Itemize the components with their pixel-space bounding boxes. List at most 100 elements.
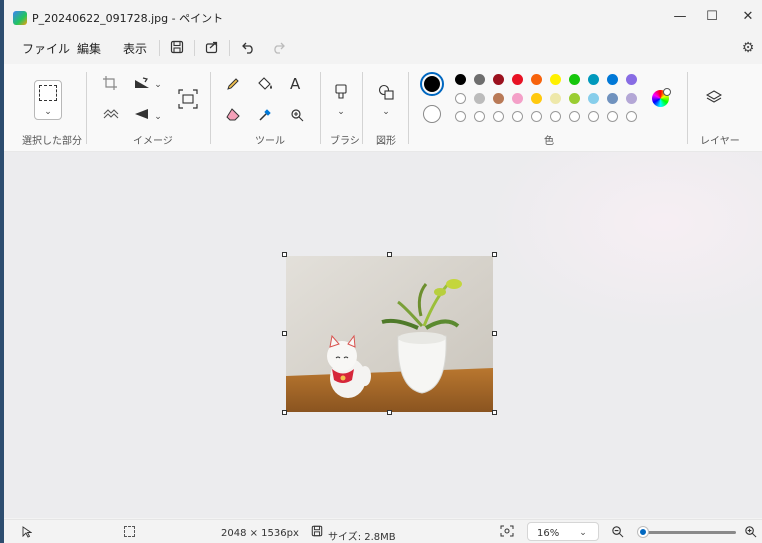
background-glow <box>484 152 762 332</box>
palette-color-swatch[interactable] <box>512 93 523 104</box>
palette-color-swatch[interactable] <box>493 93 504 104</box>
palette-color-swatch[interactable] <box>493 111 504 122</box>
selection-rect-icon <box>39 85 57 101</box>
zoom-in-icon[interactable] <box>744 525 757 538</box>
layers-icon[interactable] <box>706 89 722 105</box>
minimize-button[interactable]: — <box>662 6 698 28</box>
close-button[interactable]: ✕ <box>730 6 762 28</box>
group-label-tools: ツール <box>255 136 285 147</box>
menu-separator <box>194 40 195 56</box>
chevron-down-icon[interactable]: ⌄ <box>578 525 588 541</box>
fill-icon[interactable] <box>258 76 274 91</box>
share-icon[interactable] <box>205 40 219 54</box>
zoom-out-icon[interactable] <box>611 525 624 538</box>
chevron-down-icon[interactable]: ⌄ <box>153 77 163 93</box>
palette-color-swatch[interactable] <box>474 93 485 104</box>
palette-color-swatch[interactable] <box>550 93 561 104</box>
magnifier-icon[interactable] <box>290 108 304 122</box>
chevron-down-icon[interactable]: ⌄ <box>41 104 55 120</box>
ribbon-separator <box>362 72 363 144</box>
save-status-icon <box>311 525 323 537</box>
menu-view[interactable]: 表示 <box>123 40 147 57</box>
palette-color-swatch[interactable] <box>626 93 637 104</box>
palette-color-swatch[interactable] <box>455 74 466 85</box>
resize-handle[interactable] <box>282 331 287 336</box>
zoom-slider-thumb[interactable] <box>637 527 648 537</box>
palette-color-swatch[interactable] <box>607 74 618 85</box>
remove-background-icon[interactable] <box>103 108 119 120</box>
palette-color-swatch[interactable] <box>512 74 523 85</box>
chevron-down-icon[interactable]: ⌄ <box>153 109 163 125</box>
menu-bar <box>4 34 762 62</box>
palette-color-swatch[interactable] <box>588 111 599 122</box>
eraser-icon[interactable] <box>226 108 240 121</box>
save-icon[interactable] <box>170 40 184 54</box>
file-size: サイズ: 2.8MB <box>328 532 396 543</box>
resize-handle[interactable] <box>492 252 497 257</box>
palette-color-swatch[interactable] <box>607 93 618 104</box>
palette-color-swatch[interactable] <box>626 111 637 122</box>
redo-icon[interactable] <box>271 40 286 54</box>
shapes-icon[interactable] <box>378 84 394 100</box>
palette-color-swatch[interactable] <box>474 111 485 122</box>
pointer-icon <box>22 526 32 538</box>
resize-handle[interactable] <box>282 410 287 415</box>
menu-separator <box>159 40 160 56</box>
palette-color-swatch[interactable] <box>588 93 599 104</box>
ribbon-separator <box>687 72 688 144</box>
undo-icon[interactable] <box>241 40 256 54</box>
chevron-down-icon[interactable]: ⌄ <box>336 104 346 120</box>
menu-edit[interactable]: 編集 <box>77 40 101 57</box>
maximize-button[interactable]: ☐ <box>694 6 730 28</box>
text-icon[interactable]: A <box>290 75 300 93</box>
pencil-icon[interactable] <box>226 77 240 91</box>
palette-color-swatch[interactable] <box>474 74 485 85</box>
settings-icon[interactable]: ⚙ <box>740 40 756 56</box>
photo-content <box>286 256 493 412</box>
palette-color-swatch[interactable] <box>531 111 542 122</box>
window-title: P_20240622_091728.jpg - ペイント <box>32 12 224 25</box>
group-label-selection: 選択した部分 <box>22 136 82 147</box>
group-label-layers: レイヤー <box>700 136 740 147</box>
resize-icon[interactable] <box>178 89 198 109</box>
group-label-colors: 色 <box>544 136 554 147</box>
resize-handle[interactable] <box>387 410 392 415</box>
fit-icon[interactable] <box>500 525 514 537</box>
palette-color-swatch[interactable] <box>493 74 504 85</box>
palette-color-swatch[interactable] <box>569 74 580 85</box>
palette-color-swatch[interactable] <box>531 93 542 104</box>
primary-color-swatch[interactable] <box>424 76 440 92</box>
palette-color-swatch[interactable] <box>569 93 580 104</box>
palette-color-swatch[interactable] <box>626 74 637 85</box>
zoom-slider-track[interactable] <box>640 531 736 534</box>
chevron-down-icon[interactable]: ⌄ <box>381 104 391 120</box>
rotate-icon[interactable] <box>134 77 150 89</box>
resize-handle[interactable] <box>387 252 392 257</box>
palette-color-swatch[interactable] <box>531 74 542 85</box>
group-label-shapes: 図形 <box>376 136 396 147</box>
add-color-badge <box>663 88 671 96</box>
palette-color-swatch[interactable] <box>607 111 618 122</box>
secondary-color-swatch[interactable] <box>423 105 441 123</box>
image-dimensions: 2048 × 1536px <box>221 528 299 539</box>
resize-handle[interactable] <box>492 410 497 415</box>
palette-color-swatch[interactable] <box>455 93 466 104</box>
brush-icon[interactable] <box>334 84 348 100</box>
photo-image[interactable] <box>286 256 493 412</box>
selection-icon <box>124 526 135 537</box>
palette-color-swatch[interactable] <box>512 111 523 122</box>
crop-icon[interactable] <box>103 76 117 90</box>
palette-color-swatch[interactable] <box>550 74 561 85</box>
palette-color-swatch[interactable] <box>569 111 580 122</box>
palette-color-swatch[interactable] <box>588 74 599 85</box>
menu-file[interactable]: ファイル <box>22 40 70 57</box>
flip-icon[interactable] <box>134 108 150 120</box>
menu-separator <box>229 40 230 56</box>
palette-color-swatch[interactable] <box>550 111 561 122</box>
paint-app-icon <box>13 11 27 25</box>
color-picker-icon[interactable] <box>258 108 273 122</box>
resize-handle[interactable] <box>492 331 497 336</box>
resize-handle[interactable] <box>282 252 287 257</box>
ribbon-separator <box>210 72 211 144</box>
palette-color-swatch[interactable] <box>455 111 466 122</box>
